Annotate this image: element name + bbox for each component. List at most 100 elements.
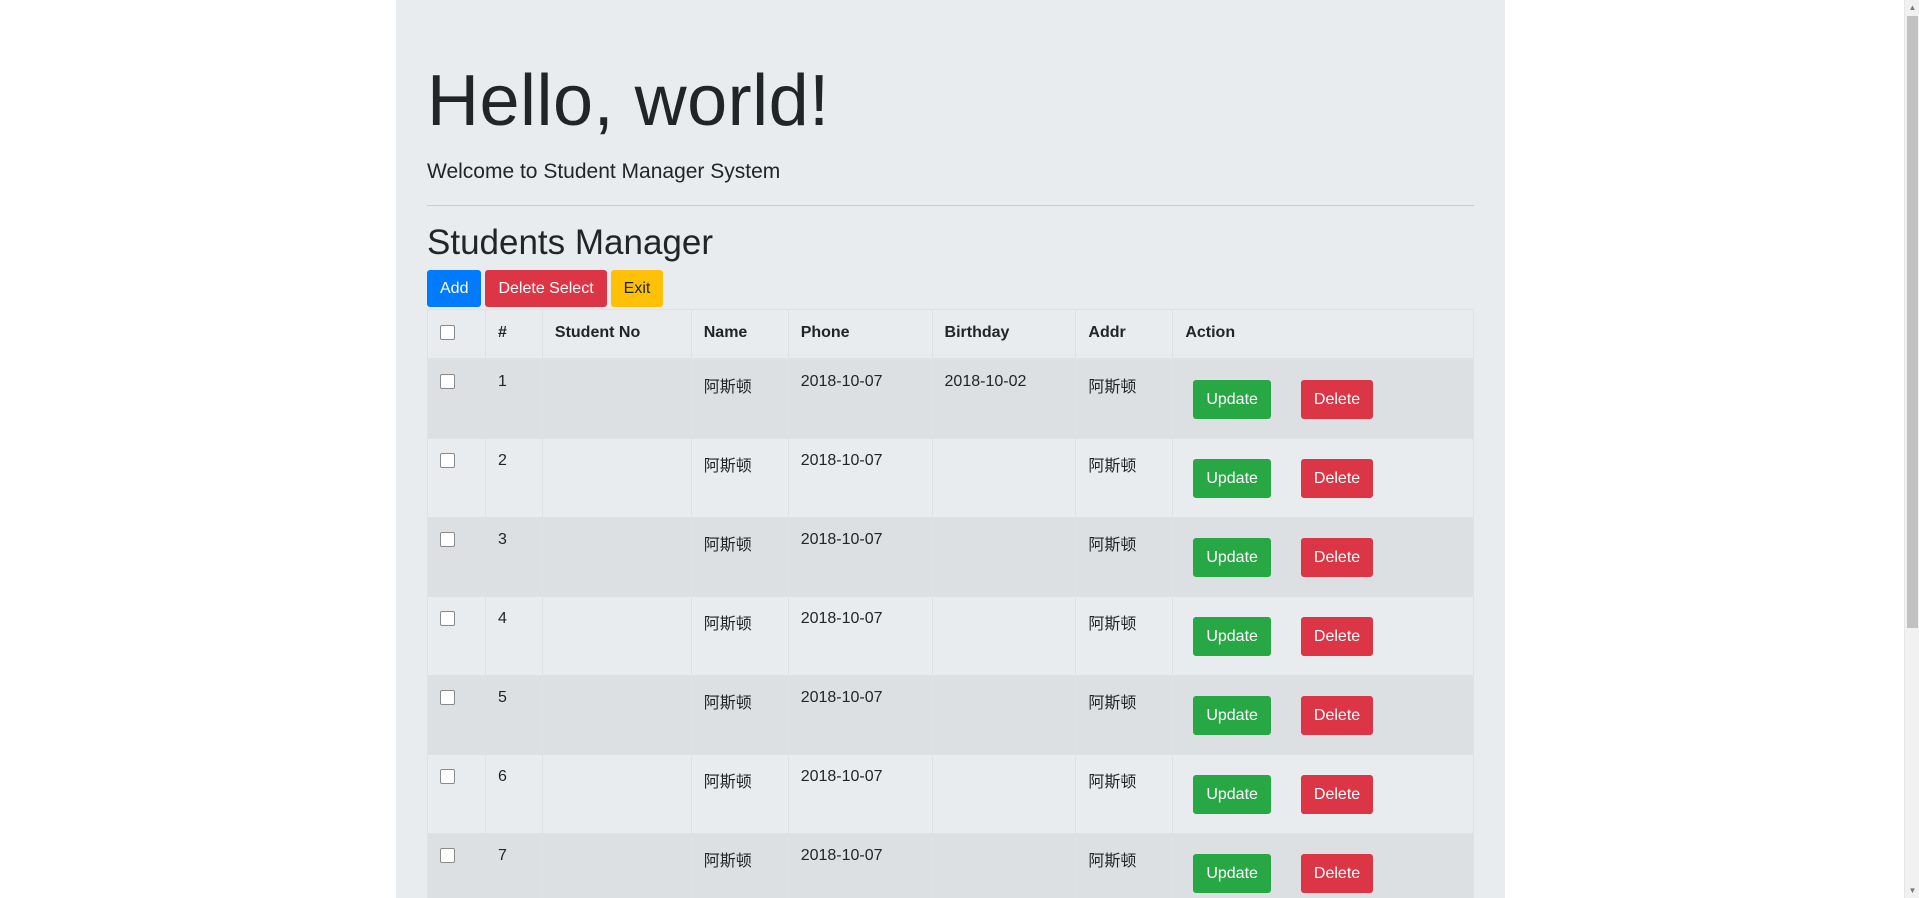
table-row: 3 阿斯顿 2018-10-07 阿斯顿 Update Delete [427,516,1474,597]
column-header-id: # [484,308,543,361]
vertical-scrollbar[interactable]: ▲ ▼ [1904,0,1919,898]
row-name: 阿斯顿 [690,832,789,898]
update-button[interactable]: Update [1193,774,1271,814]
students-table: # Student No Name Phone Birthday Addr Ac… [427,308,1474,898]
row-id: 1 [484,358,543,439]
row-birthday [931,437,1077,518]
row-select-cell [427,832,486,898]
table-row: 5 阿斯顿 2018-10-07 阿斯顿 Update Delete [427,674,1474,755]
row-phone: 2018-10-07 [787,437,933,518]
row-addr: 阿斯顿 [1075,674,1174,755]
scroll-up-arrow-icon[interactable]: ▲ [1905,0,1919,15]
row-checkbox[interactable] [440,374,455,390]
column-header-action: Action [1172,308,1474,361]
section-title: Students Manager [427,222,714,262]
table-row: 2 阿斯顿 2018-10-07 阿斯顿 Update Delete [427,437,1474,518]
row-student-no [541,753,692,834]
row-action-cell: Update Delete [1172,674,1474,755]
row-addr: 阿斯顿 [1075,516,1174,597]
hero-title: Hello, world! [427,61,830,141]
table-row: 7 阿斯顿 2018-10-07 阿斯顿 Update Delete [427,832,1474,898]
delete-button[interactable]: Delete [1300,380,1374,420]
column-header-phone: Phone [787,308,933,361]
row-select-cell [427,437,486,518]
row-id: 5 [484,674,543,755]
row-action-cell: Update Delete [1172,832,1474,898]
scroll-down-arrow-icon[interactable]: ▼ [1905,883,1919,898]
update-button[interactable]: Update [1193,853,1271,893]
row-id: 2 [484,437,543,518]
row-id: 7 [484,832,543,898]
exit-button[interactable]: Exit [610,269,664,307]
row-checkbox[interactable] [440,768,455,784]
row-phone: 2018-10-07 [787,753,933,834]
row-checkbox[interactable] [440,847,455,863]
table-row: 1 阿斯顿 2018-10-07 2018-10-02 阿斯顿 Update Delete [427,358,1474,439]
delete-button[interactable]: Delete [1300,458,1374,498]
row-student-no [541,516,692,597]
scrollbar-thumb[interactable] [1907,16,1918,628]
row-id: 3 [484,516,543,597]
row-birthday [931,674,1077,755]
row-phone: 2018-10-07 [787,595,933,676]
row-select-cell [427,674,486,755]
row-name: 阿斯顿 [690,753,789,834]
row-name: 阿斯顿 [690,437,789,518]
delete-button[interactable]: Delete [1300,774,1374,814]
row-checkbox[interactable] [440,610,455,626]
row-addr: 阿斯顿 [1075,437,1174,518]
row-student-no [541,832,692,898]
select-all-checkbox[interactable] [440,324,455,340]
delete-button[interactable]: Delete [1300,616,1374,656]
update-button[interactable]: Update [1193,537,1271,577]
row-addr: 阿斯顿 [1075,832,1174,898]
row-name: 阿斯顿 [690,595,789,676]
select-all-cell [427,308,486,361]
delete-select-button[interactable]: Delete Select [485,269,607,307]
row-birthday [931,516,1077,597]
row-select-cell [427,358,486,439]
table-body: 1 阿斯顿 2018-10-07 2018-10-02 阿斯顿 Update Delete 2… [427,358,1474,898]
row-select-cell [427,753,486,834]
row-student-no [541,358,692,439]
row-birthday [931,595,1077,676]
row-action-cell: Update Delete [1172,516,1474,597]
row-phone: 2018-10-07 [787,358,933,439]
update-button[interactable]: Update [1193,458,1271,498]
row-birthday [931,753,1077,834]
update-button[interactable]: Update [1193,616,1271,656]
table-row: 6 阿斯顿 2018-10-07 阿斯顿 Update Delete [427,753,1474,834]
table-header-row: # Student No Name Phone Birthday Addr Ac… [427,308,1474,361]
delete-button[interactable]: Delete [1300,537,1374,577]
add-button[interactable]: Add [427,269,482,307]
row-checkbox[interactable] [440,452,455,468]
column-header-birthday: Birthday [931,308,1077,361]
column-header-name: Name [690,308,789,361]
row-name: 阿斯顿 [690,674,789,755]
row-action-cell: Update Delete [1172,753,1474,834]
column-header-student-no: Student No [541,308,692,361]
row-action-cell: Update Delete [1172,595,1474,676]
row-student-no [541,674,692,755]
row-birthday: 2018-10-02 [931,358,1077,439]
divider [427,204,1474,206]
row-checkbox[interactable] [440,531,455,547]
row-id: 4 [484,595,543,676]
row-addr: 阿斯顿 [1075,358,1174,439]
row-phone: 2018-10-07 [787,516,933,597]
row-name: 阿斯顿 [690,358,789,439]
row-addr: 阿斯顿 [1075,753,1174,834]
hero-subtitle: Welcome to Student Manager System [427,160,781,184]
row-checkbox[interactable] [440,689,455,705]
row-select-cell [427,516,486,597]
row-addr: 阿斯顿 [1075,595,1174,676]
row-id: 6 [484,753,543,834]
row-action-cell: Update Delete [1172,437,1474,518]
update-button[interactable]: Update [1193,695,1271,735]
update-button[interactable]: Update [1193,380,1271,420]
toolbar: Add Delete Select Exit [427,269,1474,307]
delete-button[interactable]: Delete [1300,695,1374,735]
row-action-cell: Update Delete [1172,358,1474,439]
row-phone: 2018-10-07 [787,832,933,898]
delete-button[interactable]: Delete [1300,853,1374,893]
